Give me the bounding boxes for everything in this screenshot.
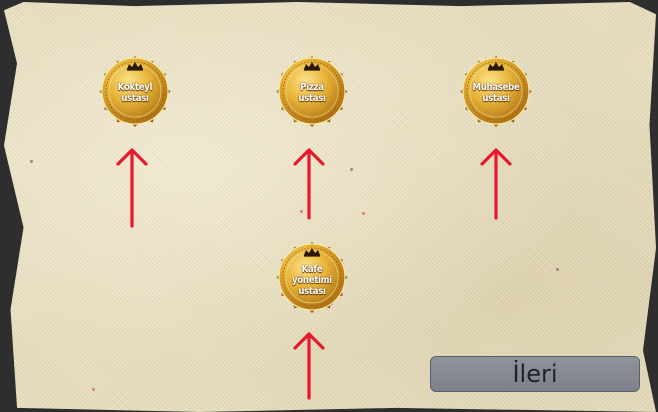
badge-kafe-yonetimi-ustasi: Kafe yönetimi ustası [268, 233, 356, 321]
next-button[interactable]: İleri [430, 356, 640, 392]
badge-label-line: Muhasebe [472, 82, 520, 93]
badge-label-line: Kafe [301, 263, 323, 275]
badge-label-line: yönetimi [292, 274, 332, 286]
badge-pizza-ustasi: Pizza ustası [268, 47, 356, 135]
canvas-speck [350, 168, 353, 171]
up-arrow-icon [480, 148, 512, 220]
canvas-speck [30, 160, 33, 163]
badge-label-line: ustası [482, 93, 510, 104]
badge-muhasebe-ustasi: Muhasebe ustası [452, 47, 540, 135]
up-arrow-icon [293, 148, 325, 220]
badge-label-line: Pizza [300, 82, 324, 93]
canvas-speck [92, 388, 95, 391]
canvas-speck [362, 212, 365, 215]
up-arrow-icon [116, 148, 148, 228]
badge-kokteyl-ustasi: Kokteyl ustası [91, 47, 179, 135]
badge-label-line: ustası [121, 93, 149, 104]
canvas-speck [556, 268, 559, 271]
badge-label-line: ustası [298, 93, 326, 104]
up-arrow-icon [293, 332, 325, 400]
badge-label-line: Kokteyl [117, 82, 153, 93]
game-screen: Kokteyl ustası Pizza ustası Muhasebe ust… [0, 0, 658, 412]
badge-label-line: ustası [298, 285, 326, 297]
